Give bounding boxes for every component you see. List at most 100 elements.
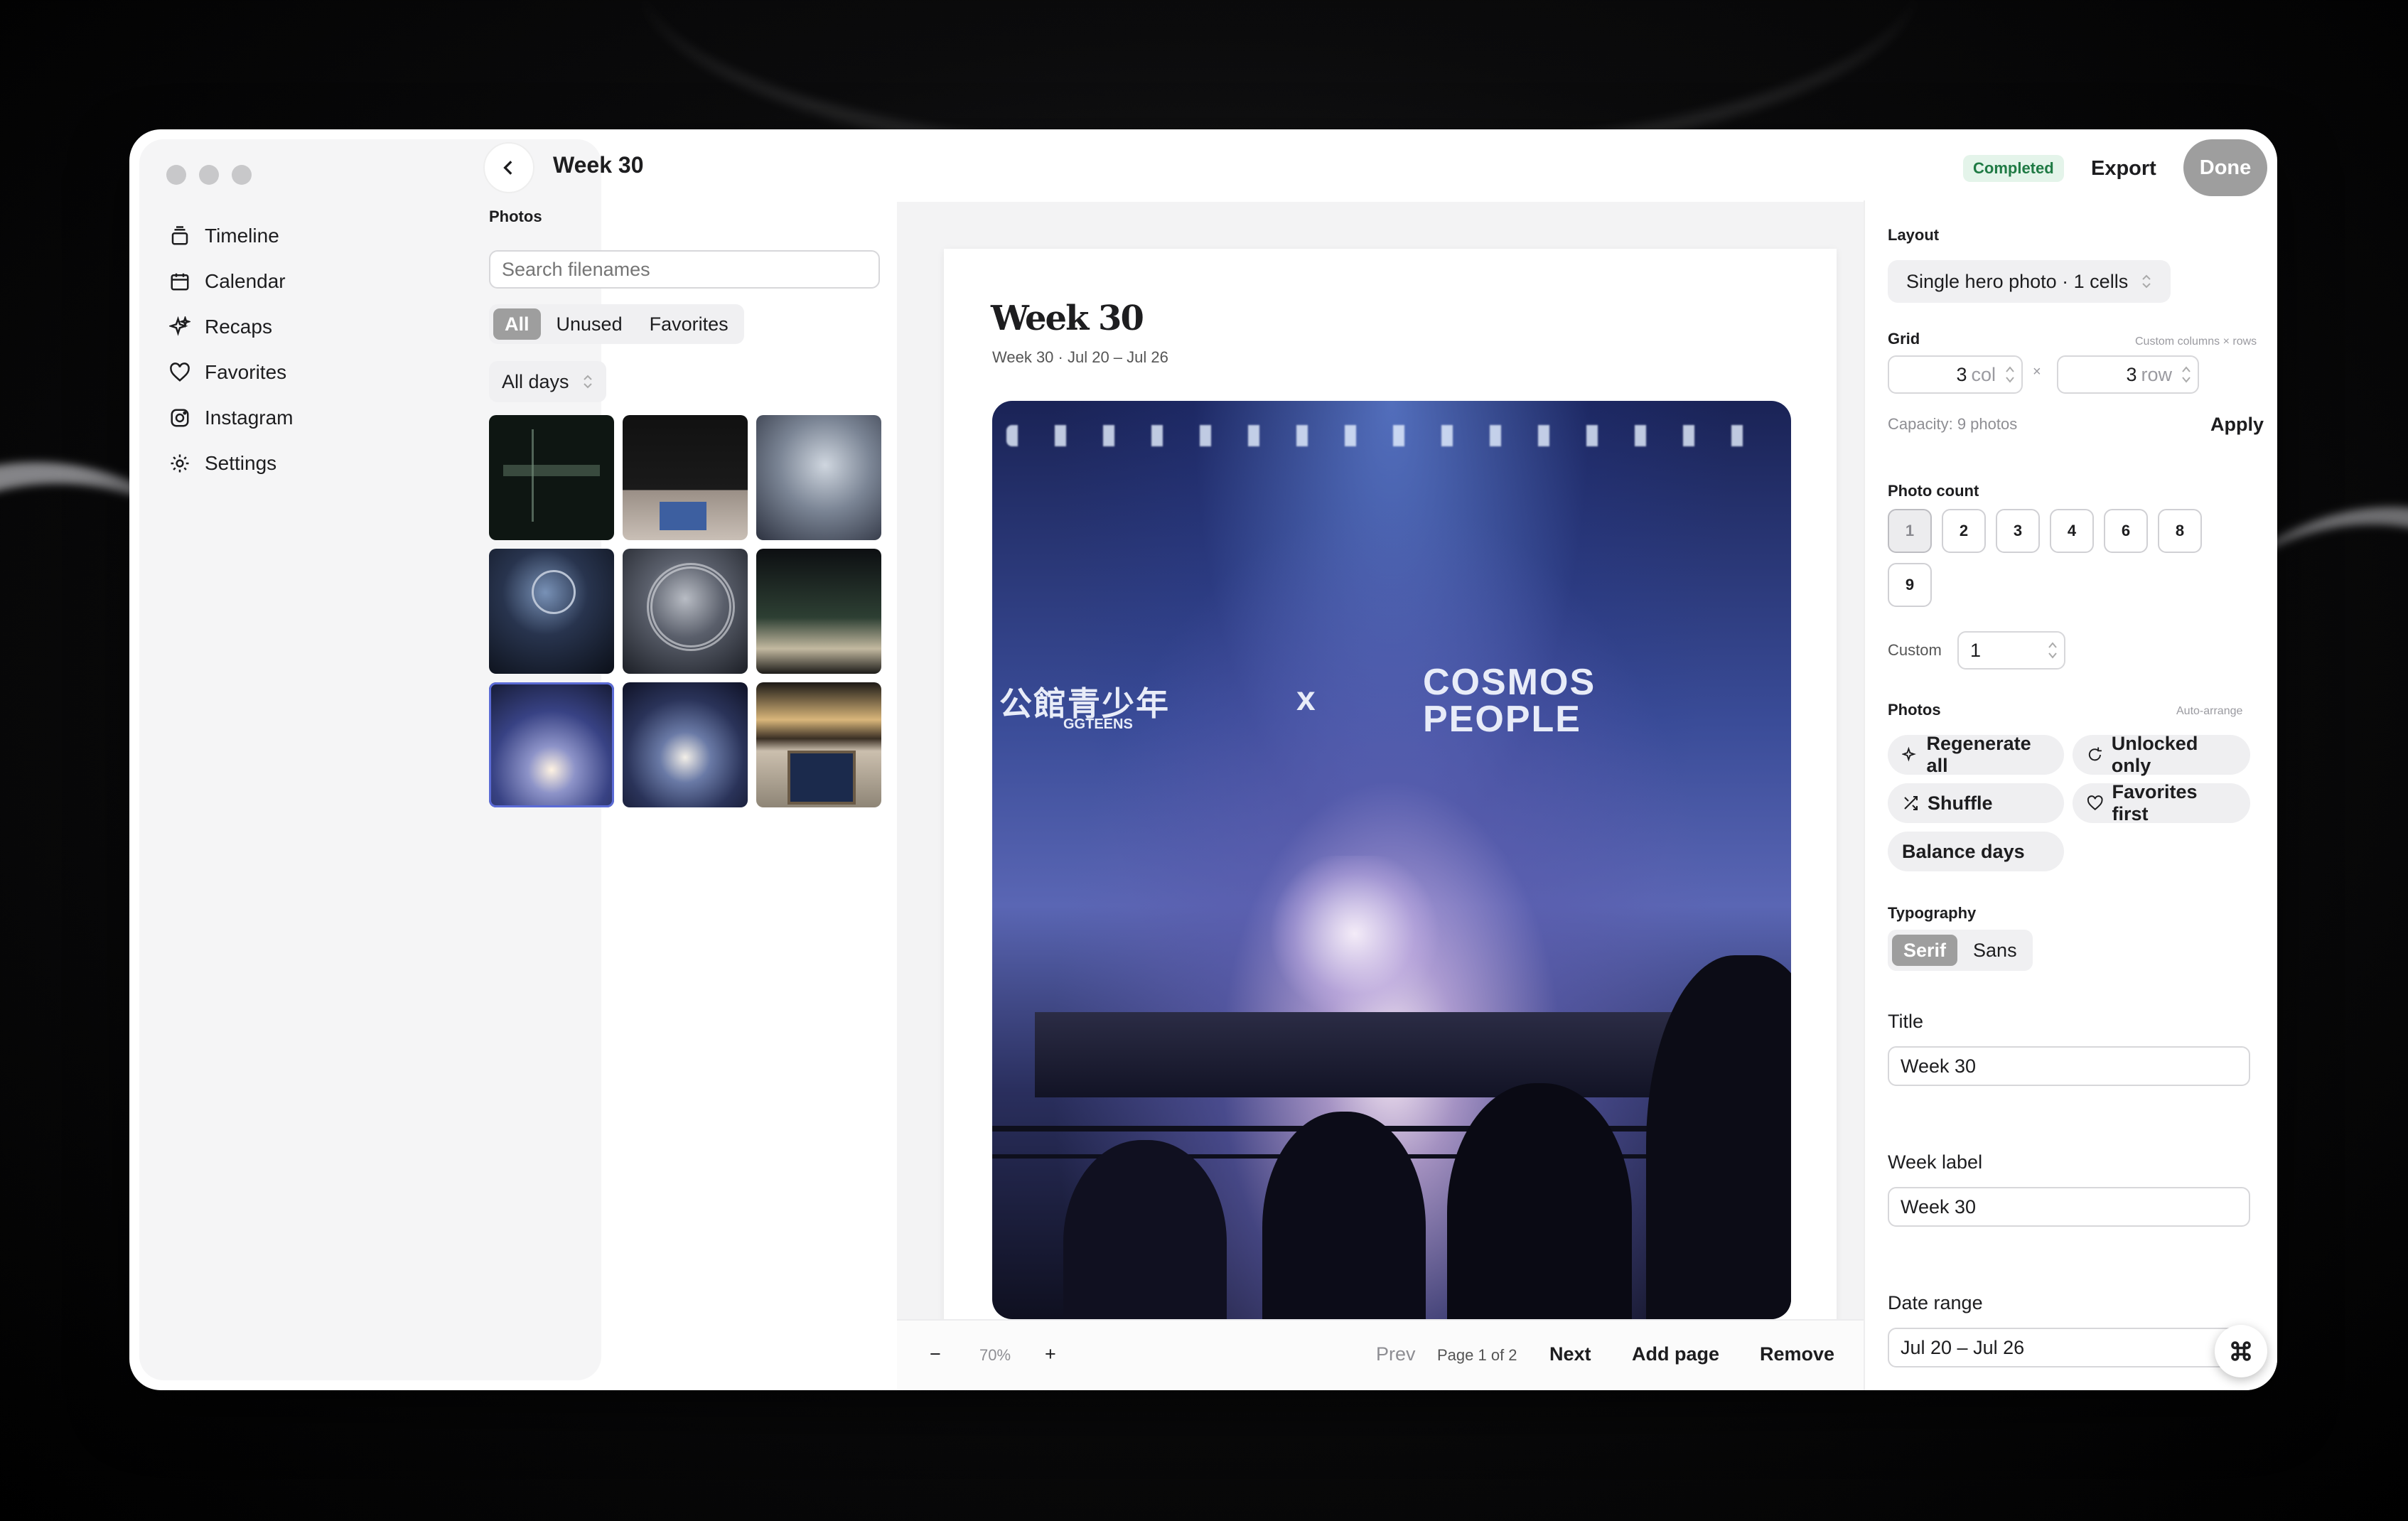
command-button[interactable] [2215, 1325, 2267, 1377]
photo-thumbnail[interactable] [623, 682, 748, 807]
sparkles-icon [1902, 746, 1916, 762]
back-button[interactable] [483, 142, 534, 193]
custom-count-label: Custom [1888, 641, 1942, 659]
window-controls [166, 165, 252, 185]
custom-count-stepper[interactable]: 1 [1957, 631, 2065, 670]
sidebar-item-recaps[interactable]: Recaps [169, 304, 294, 350]
title-field-label: Title [1888, 1011, 1924, 1032]
next-page-button[interactable]: Next [1549, 1343, 1591, 1365]
photo-count-option-3[interactable]: 3 [1996, 509, 2040, 553]
photo-count-label: Photo count [1888, 482, 1979, 500]
week-label-input[interactable]: Week 30 [1888, 1187, 2250, 1227]
sidebar-item-timeline[interactable]: Timeline [169, 213, 294, 259]
photo-count-option-9[interactable]: 9 [1888, 563, 1932, 607]
hero-banner-subtext-left: GGTEENS [1063, 716, 1133, 732]
canvas-toolbar: − 70% + Prev Page 1 of 2 Next Add page R… [897, 1319, 1864, 1390]
add-page-button[interactable]: Add page [1632, 1343, 1719, 1365]
shuffle-label: Shuffle [1928, 792, 1993, 814]
page-title: Week 30 [553, 152, 644, 178]
layout-label: Layout [1888, 226, 1940, 244]
export-button[interactable]: Export [2073, 144, 2175, 193]
inspector-panel: Layout Single hero photo · 1 cells Grid … [1864, 200, 2277, 1390]
shuffle-button[interactable]: Shuffle [1888, 783, 2064, 823]
chevron-updown-icon [583, 375, 592, 389]
photo-thumbnail[interactable] [489, 415, 614, 540]
photo-thumbnail[interactable] [756, 415, 881, 540]
search-input[interactable] [489, 250, 880, 289]
sidebar-item-settings[interactable]: Settings [169, 441, 294, 486]
sidebar-nav: Timeline Calendar Recaps Favorites Insta… [169, 213, 294, 486]
title-input[interactable]: Week 30 [1888, 1046, 2250, 1086]
minimize-window-button[interactable] [199, 165, 219, 185]
timeline-icon [171, 226, 188, 245]
days-select[interactable]: All days [489, 361, 606, 402]
shuffle-icon [1904, 796, 1918, 810]
custom-count-value: 1 [1970, 639, 1982, 661]
filter-tab-favorites[interactable]: Favorites [638, 308, 740, 340]
page-canvas: Week 30 Week 30 · Jul 20 – Jul 26 公館青少年 … [897, 202, 1864, 1390]
photo-thumbnail[interactable] [623, 415, 748, 540]
hero-banner-text-right-1: COSMOS [1423, 662, 1596, 703]
sidebar-item-label: Calendar [205, 270, 286, 292]
sidebar-item-label: Favorites [205, 361, 287, 383]
grid-rows-value: 3 [2126, 363, 2137, 385]
photo-count-option-8[interactable]: 8 [2158, 509, 2202, 553]
photo-filter-tabs: All Unused Favorites [489, 304, 744, 344]
photo-thumbnail[interactable] [756, 682, 881, 807]
page-subtitle[interactable]: Week 30 · Jul 20 – Jul 26 [992, 348, 1168, 367]
instagram-icon [171, 409, 189, 427]
zoom-in-button[interactable]: + [1045, 1343, 1056, 1365]
filter-tab-all[interactable]: All [493, 308, 541, 340]
grid-rows-stepper[interactable]: 3 row [2057, 355, 2199, 394]
date-range-input[interactable]: Jul 20 – Jul 26 [1888, 1328, 2250, 1367]
apply-button[interactable]: Apply [2210, 414, 2264, 436]
unlocked-only-button[interactable]: Unlocked only [2073, 733, 2250, 776]
photo-thumbnail[interactable] [489, 549, 614, 674]
favorites-first-button[interactable]: Favorites first [2073, 781, 2250, 824]
grid-capacity: Capacity: 9 photos [1888, 415, 2018, 433]
command-icon [2231, 1341, 2251, 1361]
auto-arrange-hint: Auto-arrange [2176, 705, 2243, 717]
typography-option-serif[interactable]: Serif [1892, 935, 1958, 966]
zoom-window-button[interactable] [232, 165, 252, 185]
prev-page-button[interactable]: Prev [1376, 1343, 1416, 1365]
page-indicator: Page 1 of 2 [1437, 1346, 1517, 1364]
photo-thumbnail[interactable] [623, 549, 748, 674]
stepper-arrows-icon[interactable] [2047, 640, 2058, 661]
date-range-field-label: Date range [1888, 1292, 1983, 1313]
hero-photo[interactable]: 公館青少年 GGTEENS x COSMOS PEOPLE [992, 401, 1791, 1319]
zoom-out-button[interactable]: − [930, 1343, 941, 1365]
unlocked-only-label: Unlocked only [2111, 733, 2198, 776]
photo-count-option-6[interactable]: 6 [2104, 509, 2148, 553]
layout-select[interactable]: Single hero photo · 1 cells [1888, 260, 2171, 303]
grid-columns-stepper[interactable]: 3 col [1888, 355, 2023, 394]
photo-grid [489, 415, 881, 807]
sidebar-item-instagram[interactable]: Instagram [169, 395, 294, 441]
regenerate-all-button[interactable]: Regenerate all [1888, 733, 2064, 776]
remove-page-button[interactable]: Remove [1760, 1343, 1834, 1365]
balance-days-button[interactable]: Balance days [1888, 832, 2064, 871]
done-button[interactable]: Done [2183, 139, 2267, 196]
page-preview: Week 30 Week 30 · Jul 20 – Jul 26 公館青少年 … [944, 249, 1837, 1390]
app-window: Timeline Calendar Recaps Favorites Insta… [129, 129, 2277, 1390]
zoom-level: 70% [979, 1346, 1011, 1364]
typography-label: Typography [1888, 904, 1977, 922]
photo-thumbnail[interactable] [756, 549, 881, 674]
photo-count-option-1[interactable]: 1 [1888, 509, 1932, 553]
close-window-button[interactable] [166, 165, 186, 185]
page-heading[interactable]: Week 30 [991, 299, 1144, 338]
filter-tab-unused[interactable]: Unused [545, 308, 634, 340]
typography-option-sans[interactable]: Sans [1962, 935, 2028, 966]
chevron-updown-icon [2142, 274, 2151, 289]
photo-count-option-4[interactable]: 4 [2050, 509, 2094, 553]
photo-thumbnail-selected[interactable] [489, 682, 614, 807]
stepper-arrows-icon[interactable] [2181, 364, 2192, 385]
layout-select-value: Single hero photo · 1 cells [1906, 270, 2129, 292]
sidebar-item-favorites[interactable]: Favorites [169, 350, 294, 395]
sidebar-item-label: Instagram [205, 407, 294, 429]
sidebar-item-calendar[interactable]: Calendar [169, 259, 294, 304]
favorites-first-label: Favorites first [2112, 781, 2198, 824]
photo-count-option-2[interactable]: 2 [1942, 509, 1986, 553]
sidebar-item-label: Timeline [205, 225, 279, 247]
stepper-arrows-icon[interactable] [2004, 364, 2016, 385]
